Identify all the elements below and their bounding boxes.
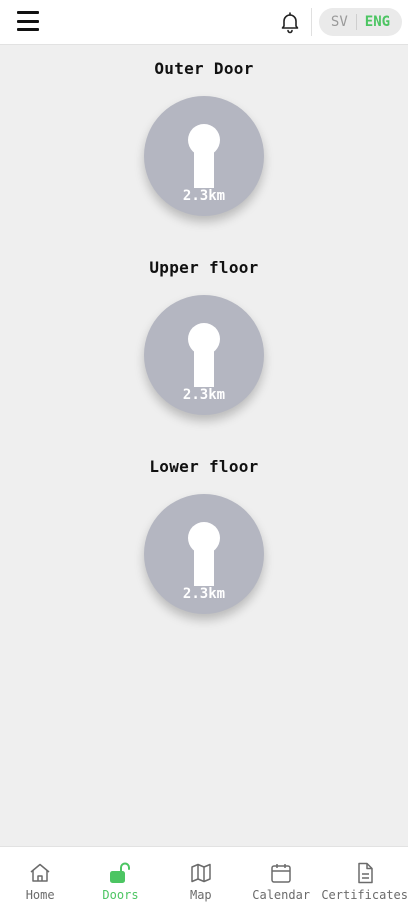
nav-label-map: Map (189, 888, 212, 902)
nav-label-doors: Doors (102, 888, 139, 902)
door-distance: 2.3km (182, 586, 226, 602)
top-bar: SV ENG (0, 0, 408, 45)
door-item-outer-door: Outer Door 2.3km (0, 58, 408, 216)
header-divider (311, 8, 312, 36)
door-distance: 2.3km (182, 387, 226, 403)
language-toggle: SV ENG (319, 8, 402, 36)
door-title: Lower floor (149, 457, 259, 476)
nav-item-doors[interactable]: Doors (80, 847, 160, 914)
nav-label-calendar: Calendar (252, 888, 311, 902)
unlock-door-button[interactable]: 2.3km (144, 295, 264, 415)
bottom-navigation: Home Doors Map Calendar Certificates (0, 846, 408, 914)
keyhole-icon (188, 124, 220, 188)
hamburger-menu-icon[interactable] (17, 11, 39, 31)
language-option-eng[interactable]: ENG (357, 14, 390, 30)
nav-item-home[interactable]: Home (0, 847, 80, 914)
door-title: Outer Door (154, 59, 254, 78)
door-distance: 2.3km (182, 188, 226, 204)
keyhole-icon (188, 522, 220, 586)
language-option-sv[interactable]: SV (331, 14, 357, 30)
map-icon (191, 863, 211, 883)
unlock-door-button[interactable]: 2.3km (144, 494, 264, 614)
nav-label-home: Home (25, 888, 55, 902)
nav-item-calendar[interactable]: Calendar (241, 847, 321, 914)
door-title: Upper floor (149, 258, 259, 277)
unlock-door-button[interactable]: 2.3km (144, 96, 264, 216)
nav-item-certificates[interactable]: Certificates (321, 847, 408, 914)
bell-icon[interactable] (278, 10, 302, 34)
nav-label-certificates: Certificates (321, 888, 408, 902)
keyhole-icon (188, 323, 220, 387)
door-item-upper-floor: Upper floor 2.3km (0, 257, 408, 415)
calendar-icon (271, 864, 291, 883)
door-item-lower-floor: Lower floor 2.3km (0, 456, 408, 614)
nav-item-map[interactable]: Map (161, 847, 241, 914)
document-icon (357, 862, 373, 884)
unlocked-padlock-icon (110, 862, 131, 883)
home-icon (30, 863, 50, 882)
